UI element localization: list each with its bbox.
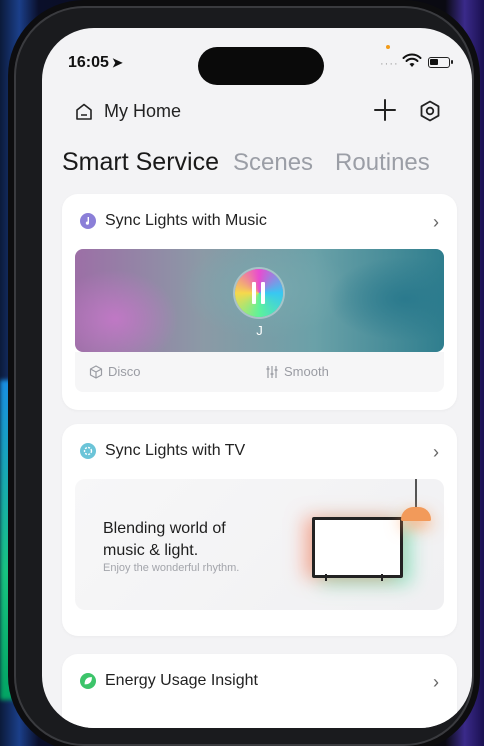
promo-headline: Blending world of music & light. [103,520,226,559]
card-sync-tv[interactable]: Sync Lights with TV › Blending world of … [62,424,457,636]
tv-promo-panel[interactable]: Blending world of music & light. Enjoy t… [75,479,444,610]
leaf-icon [80,673,96,689]
player-name: J [256,323,263,338]
card-title: Energy Usage Insight [105,672,258,689]
chevron-right-icon[interactable]: › [433,212,439,233]
lamp-icon [401,507,431,521]
phone-frame: 16:05 ➤ ···· My Home Smart Service Scene… [14,6,474,746]
tv-stand [381,574,383,581]
section-tabs: Smart Service Scenes Routines [62,148,452,177]
home-icon [76,103,92,120]
signal-icon: ···· [380,58,399,70]
background-glow [0,380,14,700]
mode-disco[interactable]: Disco [89,364,141,379]
card-header: Energy Usage Insight [80,672,258,690]
card-header: Sync Lights with TV [80,442,245,460]
card-title: Sync Lights with TV [105,442,246,459]
wifi-icon [402,53,422,67]
app-screen: 16:05 ➤ ···· My Home Smart Service Scene… [42,28,472,728]
home-label: My Home [104,101,182,121]
mode-disco-label: Disco [108,364,141,379]
status-time: 16:05 ➤ [68,54,123,72]
tab-scenes[interactable]: Scenes [233,149,313,177]
chevron-right-icon[interactable]: › [433,442,439,463]
cube-icon [89,364,103,379]
status-bar: 16:05 ➤ ···· [42,28,472,88]
card-title: Sync Lights with Music [105,212,267,229]
music-note-icon [80,213,96,229]
home-selector[interactable]: My Home [74,101,181,122]
promo-subtitle: Enjoy the wonderful rhythm. [103,562,240,574]
mode-smooth[interactable]: Smooth [265,364,329,379]
pause-icon[interactable] [252,282,266,304]
music-visual-panel[interactable]: J [75,249,444,352]
card-sync-music[interactable]: Sync Lights with Music › J Disco Smooth [62,194,457,410]
tv-icon [312,517,403,578]
tab-routines[interactable]: Routines [335,149,430,177]
privacy-indicator [386,45,390,49]
plus-icon[interactable] [373,98,397,122]
settings-hex-icon[interactable] [419,100,441,122]
tab-smart-service[interactable]: Smart Service [62,148,219,177]
mode-smooth-label: Smooth [284,364,329,379]
equalizer-icon [266,365,278,378]
location-arrow-icon: ➤ [111,55,123,70]
mode-footer: Disco Smooth [75,352,444,392]
tv-stand [325,574,327,581]
dynamic-island [198,47,324,85]
chevron-right-icon[interactable]: › [433,672,439,693]
card-header: Sync Lights with Music [80,212,267,230]
tv-sync-icon [80,443,96,459]
battery-icon [428,57,453,68]
card-energy-insight[interactable]: Energy Usage Insight › [62,654,457,728]
time-text: 16:05 [68,54,109,71]
